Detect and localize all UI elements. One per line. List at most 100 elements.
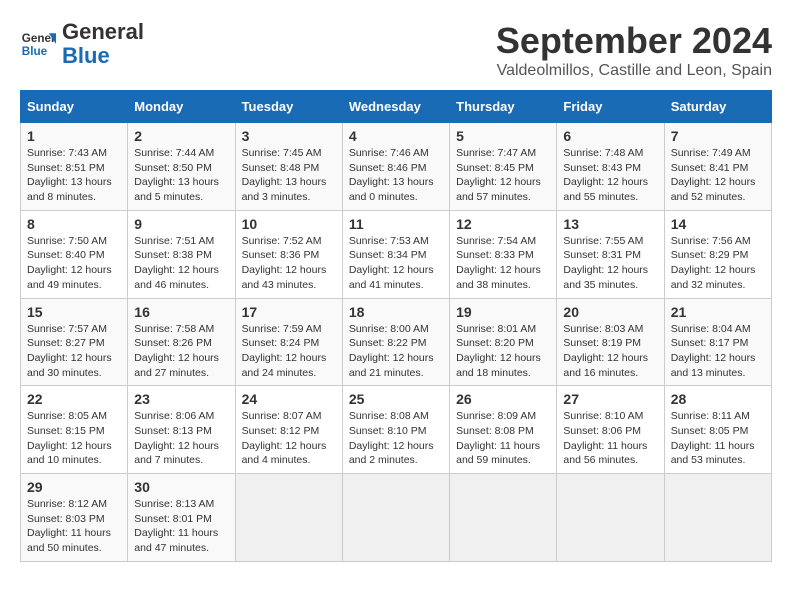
day-info: Sunrise: 7:49 AMSunset: 8:41 PMDaylight:… bbox=[671, 146, 765, 205]
day-number: 10 bbox=[242, 216, 336, 232]
calendar-cell: 2 Sunrise: 7:44 AMSunset: 8:50 PMDaylight… bbox=[128, 123, 235, 211]
day-number: 9 bbox=[134, 216, 228, 232]
col-header-saturday: Saturday bbox=[664, 91, 771, 123]
day-number: 21 bbox=[671, 304, 765, 320]
day-info: Sunrise: 7:48 AMSunset: 8:43 PMDaylight:… bbox=[563, 146, 657, 205]
calendar-cell: 1Sunrise: 7:43 AMSunset: 8:51 PMDaylight… bbox=[21, 123, 128, 211]
logo-icon: General Blue bbox=[20, 26, 56, 62]
calendar-cell: 3Sunrise: 7:45 AMSunset: 8:48 PMDaylight… bbox=[235, 123, 342, 211]
col-header-friday: Friday bbox=[557, 91, 664, 123]
calendar-cell: 13Sunrise: 7:55 AMSunset: 8:31 PMDayligh… bbox=[557, 210, 664, 298]
calendar-week-row: 15 Sunrise: 7:57 AMSunset: 8:27 PMDayligh… bbox=[21, 298, 772, 386]
day-info: Sunrise: 8:05 AMSunset: 8:15 PMDaylight:… bbox=[27, 409, 121, 468]
calendar-cell: 8 Sunrise: 7:50 AMSunset: 8:40 PMDaylight… bbox=[21, 210, 128, 298]
calendar-cell: 9 Sunrise: 7:51 AMSunset: 8:38 PMDaylight… bbox=[128, 210, 235, 298]
calendar-cell bbox=[664, 474, 771, 562]
col-header-tuesday: Tuesday bbox=[235, 91, 342, 123]
calendar-cell: 12 Sunrise: 7:54 AMSunset: 8:33 PMDayligh… bbox=[450, 210, 557, 298]
calendar-cell: 30 Sunrise: 8:13 AMSunset: 8:01 PMDayligh… bbox=[128, 474, 235, 562]
day-number: 20 bbox=[563, 304, 657, 320]
day-info: Sunrise: 7:52 AMSunset: 8:36 PMDaylight:… bbox=[242, 234, 336, 293]
day-number: 4 bbox=[349, 128, 443, 144]
day-number: 15 bbox=[27, 304, 121, 320]
col-header-thursday: Thursday bbox=[450, 91, 557, 123]
logo: General Blue General Blue bbox=[20, 20, 144, 68]
day-number: 25 bbox=[349, 391, 443, 407]
calendar-week-row: 22 Sunrise: 8:05 AMSunset: 8:15 PMDayligh… bbox=[21, 386, 772, 474]
col-header-monday: Monday bbox=[128, 91, 235, 123]
day-number: 16 bbox=[134, 304, 228, 320]
svg-text:Blue: Blue bbox=[22, 45, 48, 58]
day-number: 12 bbox=[456, 216, 550, 232]
calendar-cell: 22 Sunrise: 8:05 AMSunset: 8:15 PMDayligh… bbox=[21, 386, 128, 474]
day-info: Sunrise: 7:46 AMSunset: 8:46 PMDaylight:… bbox=[349, 146, 443, 205]
day-info: Sunrise: 7:44 AMSunset: 8:50 PMDaylight:… bbox=[134, 146, 228, 205]
day-info: Sunrise: 7:54 AMSunset: 8:33 PMDaylight:… bbox=[456, 234, 550, 293]
col-header-sunday: Sunday bbox=[21, 91, 128, 123]
day-number: 19 bbox=[456, 304, 550, 320]
calendar-cell: 5 Sunrise: 7:47 AMSunset: 8:45 PMDaylight… bbox=[450, 123, 557, 211]
calendar-cell: 25Sunrise: 8:08 AMSunset: 8:10 PMDayligh… bbox=[342, 386, 449, 474]
day-number: 7 bbox=[671, 128, 765, 144]
calendar-header-row: SundayMondayTuesdayWednesdayThursdayFrid… bbox=[21, 91, 772, 123]
calendar-cell: 21 Sunrise: 8:04 AMSunset: 8:17 PMDayligh… bbox=[664, 298, 771, 386]
calendar-cell bbox=[557, 474, 664, 562]
calendar-cell: 28Sunrise: 8:11 AMSunset: 8:05 PMDayligh… bbox=[664, 386, 771, 474]
calendar-cell: 20 Sunrise: 8:03 AMSunset: 8:19 PMDayligh… bbox=[557, 298, 664, 386]
day-info: Sunrise: 7:56 AMSunset: 8:29 PMDaylight:… bbox=[671, 234, 765, 293]
day-info: Sunrise: 8:04 AMSunset: 8:17 PMDaylight:… bbox=[671, 322, 765, 381]
day-number: 24 bbox=[242, 391, 336, 407]
day-number: 5 bbox=[456, 128, 550, 144]
logo-text: General Blue bbox=[62, 20, 144, 68]
day-info: Sunrise: 7:57 AMSunset: 8:27 PMDaylight:… bbox=[27, 322, 121, 381]
day-info: Sunrise: 8:10 AMSunset: 8:06 PMDaylight:… bbox=[563, 409, 657, 468]
calendar-week-row: 1Sunrise: 7:43 AMSunset: 8:51 PMDaylight… bbox=[21, 123, 772, 211]
calendar-cell: 24 Sunrise: 8:07 AMSunset: 8:12 PMDayligh… bbox=[235, 386, 342, 474]
calendar-cell: 26 Sunrise: 8:09 AMSunset: 8:08 PMDayligh… bbox=[450, 386, 557, 474]
day-info: Sunrise: 7:50 AMSunset: 8:40 PMDaylight:… bbox=[27, 234, 121, 293]
calendar-cell: 14 Sunrise: 7:56 AMSunset: 8:29 PMDayligh… bbox=[664, 210, 771, 298]
calendar-cell: 23Sunrise: 8:06 AMSunset: 8:13 PMDayligh… bbox=[128, 386, 235, 474]
day-number: 3 bbox=[242, 128, 336, 144]
calendar-cell: 29 Sunrise: 8:12 AMSunset: 8:03 PMDayligh… bbox=[21, 474, 128, 562]
day-number: 22 bbox=[27, 391, 121, 407]
day-number: 26 bbox=[456, 391, 550, 407]
day-info: Sunrise: 8:01 AMSunset: 8:20 PMDaylight:… bbox=[456, 322, 550, 381]
day-number: 11 bbox=[349, 216, 443, 232]
day-info: Sunrise: 7:53 AMSunset: 8:34 PMDaylight:… bbox=[349, 234, 443, 293]
calendar-table: SundayMondayTuesdayWednesdayThursdayFrid… bbox=[20, 90, 772, 562]
calendar-cell: 15 Sunrise: 7:57 AMSunset: 8:27 PMDayligh… bbox=[21, 298, 128, 386]
day-info: Sunrise: 8:03 AMSunset: 8:19 PMDaylight:… bbox=[563, 322, 657, 381]
calendar-cell: 7 Sunrise: 7:49 AMSunset: 8:41 PMDaylight… bbox=[664, 123, 771, 211]
calendar-cell: 17Sunrise: 7:59 AMSunset: 8:24 PMDayligh… bbox=[235, 298, 342, 386]
day-info: Sunrise: 8:09 AMSunset: 8:08 PMDaylight:… bbox=[456, 409, 550, 468]
day-number: 30 bbox=[134, 479, 228, 495]
day-info: Sunrise: 7:47 AMSunset: 8:45 PMDaylight:… bbox=[456, 146, 550, 205]
calendar-cell: 6Sunrise: 7:48 AMSunset: 8:43 PMDaylight… bbox=[557, 123, 664, 211]
calendar-cell: 4 Sunrise: 7:46 AMSunset: 8:46 PMDaylight… bbox=[342, 123, 449, 211]
day-info: Sunrise: 8:13 AMSunset: 8:01 PMDaylight:… bbox=[134, 497, 228, 556]
day-info: Sunrise: 7:59 AMSunset: 8:24 PMDaylight:… bbox=[242, 322, 336, 381]
calendar-cell bbox=[235, 474, 342, 562]
title-area: September 2024 Valdeolmillos, Castille a… bbox=[496, 20, 772, 80]
calendar-week-row: 8 Sunrise: 7:50 AMSunset: 8:40 PMDaylight… bbox=[21, 210, 772, 298]
day-info: Sunrise: 8:12 AMSunset: 8:03 PMDaylight:… bbox=[27, 497, 121, 556]
calendar-cell: 16 Sunrise: 7:58 AMSunset: 8:26 PMDayligh… bbox=[128, 298, 235, 386]
day-number: 8 bbox=[27, 216, 121, 232]
day-number: 2 bbox=[134, 128, 228, 144]
calendar-cell bbox=[450, 474, 557, 562]
day-number: 29 bbox=[27, 479, 121, 495]
calendar-cell: 27 Sunrise: 8:10 AMSunset: 8:06 PMDayligh… bbox=[557, 386, 664, 474]
day-number: 27 bbox=[563, 391, 657, 407]
calendar-cell bbox=[342, 474, 449, 562]
day-info: Sunrise: 7:58 AMSunset: 8:26 PMDaylight:… bbox=[134, 322, 228, 381]
day-info: Sunrise: 8:11 AMSunset: 8:05 PMDaylight:… bbox=[671, 409, 765, 468]
day-number: 13 bbox=[563, 216, 657, 232]
calendar-cell: 19 Sunrise: 8:01 AMSunset: 8:20 PMDayligh… bbox=[450, 298, 557, 386]
day-info: Sunrise: 8:06 AMSunset: 8:13 PMDaylight:… bbox=[134, 409, 228, 468]
day-number: 1 bbox=[27, 128, 121, 144]
day-info: Sunrise: 8:07 AMSunset: 8:12 PMDaylight:… bbox=[242, 409, 336, 468]
day-info: Sunrise: 7:51 AMSunset: 8:38 PMDaylight:… bbox=[134, 234, 228, 293]
month-title: September 2024 bbox=[496, 20, 772, 62]
day-number: 14 bbox=[671, 216, 765, 232]
